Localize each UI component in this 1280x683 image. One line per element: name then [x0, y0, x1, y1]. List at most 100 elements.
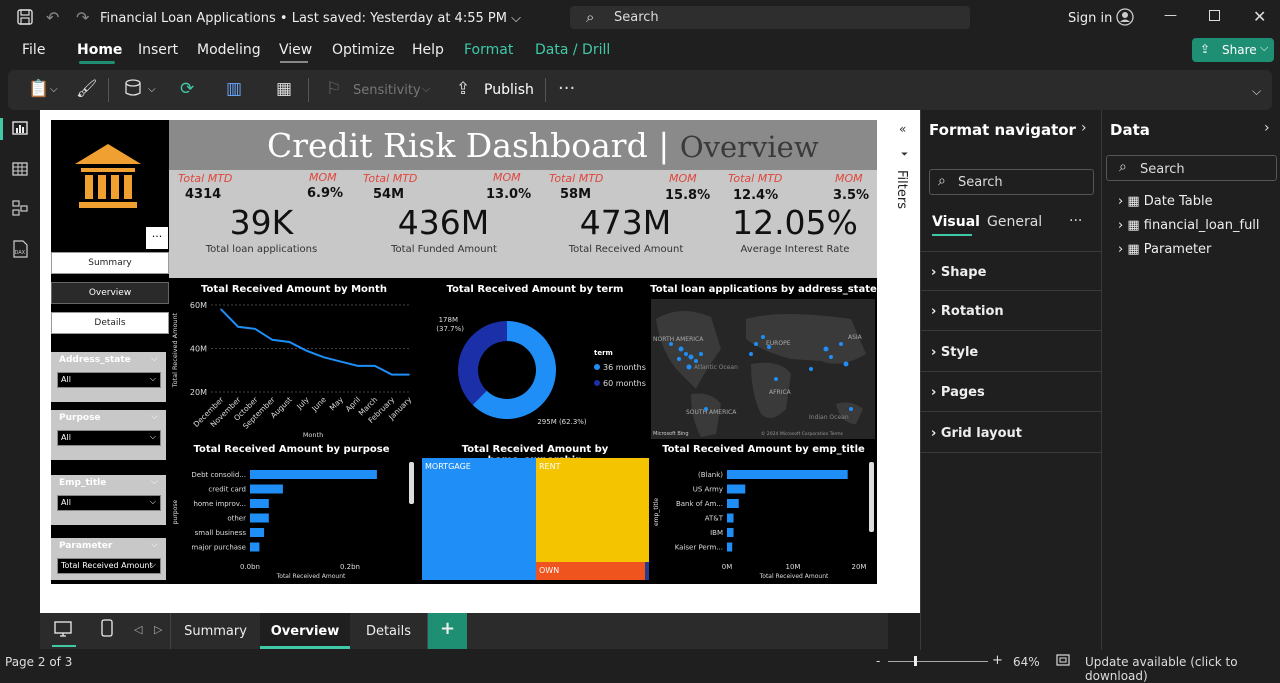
nav-overview-button[interactable]: Overview: [51, 282, 169, 304]
share-button[interactable]: ⇪ Share ⌵: [1192, 38, 1274, 62]
sign-in-link[interactable]: Sign in: [1068, 11, 1112, 26]
menu-optimize[interactable]: Optimize: [332, 42, 395, 58]
menu-format[interactable]: Format: [464, 42, 513, 58]
update-notice[interactable]: Update available (click to download): [1085, 655, 1280, 683]
chevron-down-icon[interactable]: ⌵: [148, 84, 156, 95]
chevron-right-icon[interactable]: ›: [1264, 120, 1270, 136]
visual-received-by-purpose[interactable]: Total Received Amount by purpose Debt co…: [169, 442, 414, 582]
format-search-input[interactable]: ⌕ Search: [929, 169, 1094, 195]
svg-text:Atlantic Ocean: Atlantic Ocean: [694, 364, 738, 371]
tab-overview[interactable]: Overview: [260, 613, 350, 649]
search-box[interactable]: ⌕ Search: [570, 6, 970, 29]
format-painter-icon[interactable]: 🖌: [76, 79, 98, 99]
close-icon[interactable]: ✕: [1253, 7, 1266, 26]
filters-pane-collapsed[interactable]: « ⏷ Filters: [888, 110, 920, 613]
zoom-in-button[interactable]: +: [992, 653, 1003, 668]
search-icon: ⌕: [586, 8, 595, 26]
purpose-dropdown[interactable]: All ⌵: [57, 430, 161, 446]
menu-data-drill[interactable]: Data / Drill: [535, 42, 610, 58]
menu-home[interactable]: Home: [77, 42, 122, 58]
chevron-right-icon[interactable]: ›: [1081, 120, 1087, 136]
menu-insert[interactable]: Insert: [138, 42, 178, 58]
slicer-purpose: Purpose ⌵ All ⌵: [51, 410, 166, 460]
more-options-button[interactable]: ···: [146, 227, 168, 249]
zoom-slider[interactable]: [888, 661, 988, 662]
paste-icon[interactable]: 📋: [28, 79, 49, 99]
calculator-icon[interactable]: ▦: [276, 79, 292, 99]
x-tick-label: 0.2bn: [340, 563, 360, 571]
refresh-icon[interactable]: ⟳: [180, 79, 194, 99]
fit-to-page-icon[interactable]: [1056, 654, 1070, 669]
bar: [250, 542, 260, 552]
maximize-icon[interactable]: [1209, 10, 1220, 21]
expand-icon[interactable]: «: [899, 122, 906, 136]
scrollbar[interactable]: [869, 462, 874, 532]
tab-details[interactable]: Details: [350, 613, 428, 649]
slicer-address-state: Address_state ⌵ All ⌵: [51, 352, 166, 402]
section-shape[interactable]: › Shape: [921, 251, 1101, 291]
treemap-tile-own[interactable]: OWN: [536, 562, 645, 580]
publish-button[interactable]: Publish: [484, 82, 534, 98]
section-pages[interactable]: › Pages: [921, 372, 1101, 412]
parameter-dropdown[interactable]: Total Received Amount ⌵: [57, 558, 161, 574]
mobile-layout-icon[interactable]: [101, 619, 113, 641]
more-options-button[interactable]: ···: [558, 78, 575, 99]
table-parameter[interactable]: › ▦ Parameter: [1118, 242, 1211, 257]
menu-modeling[interactable]: Modeling: [197, 42, 261, 58]
data-search-input[interactable]: ⌕ Search: [1106, 155, 1277, 181]
table-date-table[interactable]: › ▦ Date Table: [1118, 194, 1213, 209]
redo-icon[interactable]: ↷: [76, 8, 89, 27]
data-point: [254, 328, 256, 330]
zoom-out-button[interactable]: -: [876, 654, 880, 668]
visual-received-by-home-ownership[interactable]: Total Received Amount by home_ownership …: [420, 442, 650, 582]
visual-received-by-month[interactable]: Total Received Amount by Month 60M 40M 20M…: [169, 280, 419, 442]
nav-summary-button[interactable]: Summary: [51, 252, 169, 274]
new-visual-icon[interactable]: ▥: [226, 79, 242, 99]
section-style[interactable]: › Style: [921, 332, 1101, 372]
svg-text:SOUTH AMERICA: SOUTH AMERICA: [686, 409, 737, 416]
undo-icon[interactable]: ↶: [46, 8, 59, 27]
prev-page-icon[interactable]: ◁: [134, 623, 142, 636]
nav-details-button[interactable]: Details: [51, 312, 169, 334]
tab-visual[interactable]: Visual: [932, 214, 980, 230]
chevron-down-icon[interactable]: ⌵: [1252, 84, 1261, 99]
emp-title-dropdown[interactable]: All ⌵: [57, 495, 161, 511]
treemap-tile-other[interactable]: [645, 562, 649, 580]
add-page-button[interactable]: +: [428, 613, 467, 649]
get-data-icon[interactable]: [124, 79, 142, 102]
menu-help[interactable]: Help: [412, 42, 444, 58]
donut-slice: [458, 321, 507, 405]
dax-query-icon[interactable]: DAX: [11, 240, 29, 262]
visual-received-by-term[interactable]: Total Received Amount by term 295M (62.3…: [420, 280, 650, 442]
treemap-tile-rent[interactable]: RENT: [536, 458, 649, 562]
section-grid-layout[interactable]: › Grid layout: [921, 413, 1101, 453]
zoom-level[interactable]: 64%: [1013, 655, 1040, 669]
table-view-icon[interactable]: [12, 161, 28, 181]
table-financial-loan-full[interactable]: › ▦ financial_loan_full: [1118, 218, 1260, 233]
world-map[interactable]: NORTH AMERICA EUROPE ASIA Atlantic Ocean…: [651, 299, 875, 439]
x-axis-title: Month: [303, 431, 323, 439]
scrollbar[interactable]: [409, 462, 414, 504]
section-rotation[interactable]: › Rotation: [921, 291, 1101, 331]
divider: [545, 78, 546, 102]
publish-icon[interactable]: ⇪: [456, 79, 470, 99]
y-tick-label: 40M: [190, 345, 207, 354]
chevron-down-icon[interactable]: ⌵: [50, 84, 58, 95]
report-view-icon[interactable]: [12, 120, 28, 140]
model-view-icon[interactable]: [12, 200, 28, 220]
desktop-layout-icon[interactable]: [54, 620, 72, 642]
tab-summary[interactable]: Summary: [170, 613, 260, 649]
treemap-tile-mortgage[interactable]: MORTGAGE: [422, 458, 536, 580]
visual-received-by-emp-title[interactable]: Total Received Amount by emp_title (Blan…: [650, 442, 877, 582]
menu-file[interactable]: File: [22, 42, 45, 58]
zoom-slider-thumb[interactable]: [914, 656, 917, 666]
address-state-dropdown[interactable]: All ⌵: [57, 372, 161, 388]
save-icon[interactable]: [16, 8, 34, 30]
visual-applications-by-state[interactable]: Total loan applications by address_state…: [650, 280, 877, 442]
next-page-icon[interactable]: ▷: [154, 623, 162, 636]
more-options-button[interactable]: ···: [1069, 213, 1082, 229]
menu-view[interactable]: View: [279, 42, 312, 58]
minimize-icon[interactable]: —: [1164, 8, 1177, 23]
tab-general[interactable]: General: [987, 214, 1042, 230]
account-icon[interactable]: [1116, 8, 1134, 30]
